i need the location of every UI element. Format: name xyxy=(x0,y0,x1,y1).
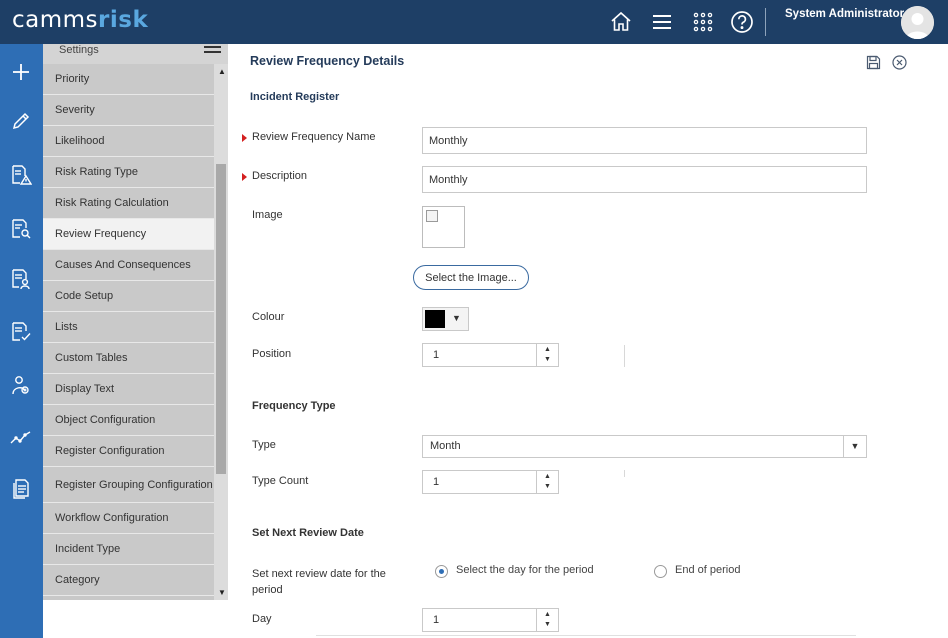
settings-menu-title: Settings xyxy=(59,44,99,56)
menu-item-category[interactable]: Category xyxy=(43,565,214,596)
checklist-icon[interactable] xyxy=(10,321,32,343)
stepper-buttons: ▲ ▼ xyxy=(536,609,558,631)
avatar[interactable] xyxy=(901,6,934,39)
type-count-value: 1 xyxy=(433,476,440,488)
register-name: Incident Register xyxy=(250,91,340,103)
required-marker xyxy=(242,173,247,181)
risk-register-icon[interactable] xyxy=(10,164,33,186)
frequency-type-heading: Frequency Type xyxy=(252,400,336,412)
type-count-stepper[interactable]: 1 ▲ ▼ xyxy=(422,470,559,494)
next-review-label: Set next review date for the period xyxy=(252,568,386,596)
position-label: Position xyxy=(252,348,292,360)
page-title: Review Frequency Details xyxy=(250,54,405,68)
edit-pencil-icon[interactable] xyxy=(10,110,32,132)
menu-item-risk-rating-calculation[interactable]: Risk Rating Calculation xyxy=(43,188,214,219)
documents-icon[interactable] xyxy=(10,478,32,500)
decrement-icon[interactable]: ▼ xyxy=(544,356,551,363)
menu-item-likelihood[interactable]: Likelihood xyxy=(43,126,214,157)
menu-item-review-frequency[interactable]: Review Frequency xyxy=(43,219,214,250)
hamburger-icon[interactable] xyxy=(204,45,221,57)
scroll-down-icon[interactable]: ▼ xyxy=(218,588,226,597)
increment-icon[interactable]: ▲ xyxy=(544,611,551,618)
menu-item-causes-and-consequences[interactable]: Causes And Consequences xyxy=(43,250,214,281)
chevron-down-icon[interactable]: ▼ xyxy=(843,436,866,457)
home-icon[interactable] xyxy=(608,9,634,35)
header-divider xyxy=(765,8,766,36)
decrement-icon[interactable]: ▼ xyxy=(544,483,551,490)
scrollbar-thumb[interactable] xyxy=(216,164,226,474)
settings-menu-header: Settings xyxy=(43,44,228,64)
colour-label: Colour xyxy=(252,311,285,323)
radio-end-of-period[interactable] xyxy=(654,565,667,578)
divider xyxy=(624,345,625,367)
chevron-down-icon[interactable]: ▼ xyxy=(452,313,461,323)
app-logo[interactable]: cammsrisk xyxy=(12,7,148,33)
menu-item-custom-tables[interactable]: Custom Tables xyxy=(43,343,214,374)
divider xyxy=(624,470,625,477)
menu-item-risk-rating-type[interactable]: Risk Rating Type xyxy=(43,157,214,188)
description-label: Description xyxy=(252,170,308,182)
menu-item-priority[interactable]: Priority xyxy=(43,64,214,95)
name-label: Review Frequency Name xyxy=(252,131,376,143)
colour-picker[interactable]: ▼ xyxy=(422,307,469,331)
report-icon[interactable] xyxy=(10,268,32,290)
description-input[interactable] xyxy=(422,166,867,193)
menu-bottom-space xyxy=(43,600,228,638)
menu-icon[interactable] xyxy=(649,9,675,35)
image-label: Image xyxy=(252,209,283,221)
close-icon[interactable] xyxy=(892,55,907,70)
day-stepper[interactable]: 1 ▲ ▼ xyxy=(422,608,559,632)
position-value: 1 xyxy=(433,349,440,361)
settings-menu: Settings Priority Severity Likelihood Ri… xyxy=(43,44,228,600)
menu-item-severity[interactable]: Severity xyxy=(43,95,214,126)
image-preview xyxy=(422,206,465,248)
menu-item-display-text[interactable]: Display Text xyxy=(43,374,214,405)
menu-item-workflow-configuration[interactable]: Workflow Configuration xyxy=(43,503,214,534)
add-icon[interactable] xyxy=(10,61,32,83)
menu-item-register-grouping-configuration[interactable]: Register Grouping Configuration xyxy=(43,467,214,503)
menu-item-object-configuration[interactable]: Object Configuration xyxy=(43,405,214,436)
radio-select-day-label[interactable]: Select the day for the period xyxy=(456,564,594,576)
top-header: cammsrisk System Administrator xyxy=(0,0,948,44)
decrement-icon[interactable]: ▼ xyxy=(544,621,551,628)
user-name[interactable]: System Administrator xyxy=(785,8,904,20)
settings-menu-scrollbar[interactable]: ▲ ▼ xyxy=(214,64,228,600)
save-icon[interactable] xyxy=(866,55,881,70)
apps-grid-icon[interactable] xyxy=(690,9,716,35)
next-review-heading: Set Next Review Date xyxy=(252,527,364,539)
menu-item-register-configuration[interactable]: Register Configuration xyxy=(43,436,214,467)
increment-icon[interactable]: ▲ xyxy=(544,473,551,480)
select-image-button[interactable]: Select the Image... xyxy=(413,265,529,290)
colour-swatch xyxy=(425,310,445,328)
trend-chart-icon[interactable] xyxy=(10,427,32,449)
required-marker xyxy=(242,134,247,142)
type-count-label: Type Count xyxy=(252,475,309,487)
scroll-up-icon[interactable]: ▲ xyxy=(218,67,226,76)
divider xyxy=(316,635,856,636)
broken-image-icon xyxy=(426,210,438,222)
logo-suffix: risk xyxy=(98,7,149,33)
help-icon[interactable] xyxy=(729,9,755,35)
menu-item-code-setup[interactable]: Code Setup xyxy=(43,281,214,312)
type-label: Type xyxy=(252,439,276,451)
stepper-buttons: ▲ ▼ xyxy=(536,471,558,493)
search-document-icon[interactable] xyxy=(10,218,32,240)
menu-item-lists[interactable]: Lists xyxy=(43,312,214,343)
menu-item-incident-type[interactable]: Incident Type xyxy=(43,534,214,565)
radio-select-day[interactable] xyxy=(435,565,448,578)
users-icon[interactable] xyxy=(10,374,32,396)
review-frequency-name-input[interactable] xyxy=(422,127,867,154)
left-nav-rail xyxy=(0,44,43,638)
increment-icon[interactable]: ▲ xyxy=(544,346,551,353)
day-label: Day xyxy=(252,613,272,625)
settings-menu-list: Priority Severity Likelihood Risk Rating… xyxy=(43,64,214,596)
stepper-buttons: ▲ ▼ xyxy=(536,344,558,366)
radio-end-of-period-label[interactable]: End of period xyxy=(675,564,740,576)
type-select[interactable]: Month ▼ xyxy=(422,435,867,458)
logo-prefix: camms xyxy=(12,7,99,33)
day-value: 1 xyxy=(433,614,440,626)
position-stepper[interactable]: 1 ▲ ▼ xyxy=(422,343,559,367)
review-frequency-form: Review Frequency Details Incident Regist… xyxy=(234,44,948,638)
type-select-value: Month xyxy=(430,440,461,452)
